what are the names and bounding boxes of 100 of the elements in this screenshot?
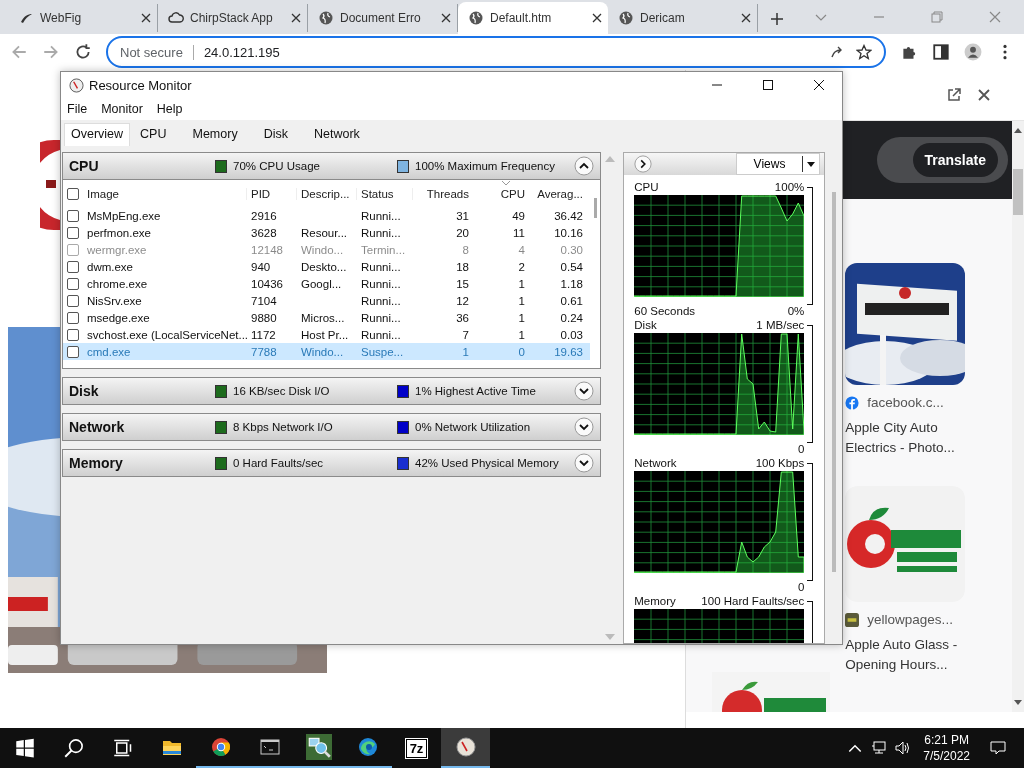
- table-cell-text: perfmon.exe: [87, 226, 152, 239]
- edge-icon: [357, 737, 378, 757]
- source-link[interactable]: yellowpages...: [867, 612, 953, 627]
- table-row[interactable]: cmd.exe 7788 Windo... Suspe... 1 0 19.63: [63, 343, 591, 360]
- address-field[interactable]: Not secure 24.0.121.195: [106, 36, 886, 68]
- checkbox[interactable]: [67, 311, 79, 324]
- column-header[interactable]: Status: [357, 187, 413, 200]
- table-row[interactable]: svchost.exe (LocalServiceNet... 1172 Host Pr... Runni... 7 1 0.03: [63, 326, 591, 343]
- browser-tab[interactable]: Default.htm: [458, 2, 608, 34]
- checkbox[interactable]: [67, 209, 79, 222]
- volume-icon[interactable]: [895, 740, 912, 756]
- plus-icon[interactable]: [770, 12, 784, 26]
- tab[interactable]: Memory: [186, 124, 244, 146]
- scroll-thumb[interactable]: [1013, 169, 1023, 215]
- menu-item[interactable]: Help: [156, 102, 183, 116]
- section-header[interactable]: Network 8 Kbps Network I/O 0% Network Utilization: [62, 413, 602, 441]
- table-row[interactable]: dwm.exe 940 Deskto... Runni... 18 2 0.54: [63, 258, 591, 275]
- globe-icon: [468, 10, 484, 26]
- tab[interactable]: Network: [307, 124, 366, 146]
- column-header[interactable]: Descrip...: [297, 187, 357, 200]
- clock[interactable]: 6:21 PM 7/5/2022: [923, 733, 970, 763]
- checkbox[interactable]: [67, 328, 79, 341]
- table-row[interactable]: perfmon.exe 3628 Resour... Runni... 20 11 10.16: [63, 224, 591, 241]
- expand-icon[interactable]: [574, 453, 595, 473]
- checkbox[interactable]: [67, 277, 79, 290]
- notification-icon[interactable]: [990, 740, 1006, 756]
- close-icon[interactable]: [741, 13, 751, 23]
- tab[interactable]: Disk: [257, 124, 294, 146]
- checkbox[interactable]: [67, 294, 79, 307]
- table-row[interactable]: MsMpEng.exe 2916 Runni... 31 49 36.42: [63, 207, 591, 224]
- result-title[interactable]: Apple City Auto Electrics - Photo...: [845, 418, 962, 458]
- table-row[interactable]: chrome.exe 10436 Googl... Runni... 15 1 1.18: [63, 275, 591, 292]
- security-label[interactable]: Not secure: [120, 44, 194, 60]
- expand-icon[interactable]: [574, 381, 595, 401]
- close-icon[interactable]: [291, 13, 301, 23]
- close-icon: [813, 79, 825, 91]
- table-row[interactable]: msedge.exe 9880 Micros... Runni... 36 1 0.24: [63, 309, 591, 326]
- scroll-down-icon[interactable]: [1014, 700, 1022, 706]
- collapse-icon[interactable]: [574, 156, 595, 176]
- browser-tab[interactable]: WebFig: [8, 4, 158, 32]
- checkbox[interactable]: [67, 345, 79, 358]
- section-header[interactable]: CPU 70% CPU Usage 100% Maximum Frequency: [62, 152, 602, 180]
- tab[interactable]: Overview: [64, 123, 131, 146]
- column-header[interactable]: Threads: [413, 187, 469, 200]
- network-icon[interactable]: [871, 740, 888, 756]
- column-header[interactable]: CPU: [469, 187, 525, 200]
- table-cell-text: Deskto...: [300, 260, 348, 273]
- reload-icon[interactable]: [74, 43, 92, 61]
- scroll-up-icon[interactable]: [1014, 127, 1022, 133]
- table-cell-text: 11: [512, 226, 525, 239]
- tab[interactable]: CPU: [134, 124, 173, 146]
- taskbar-button[interactable]: 7z: [392, 728, 441, 768]
- side-panel-icon[interactable]: [932, 43, 950, 61]
- scroll-thumb[interactable]: [832, 192, 836, 572]
- checkbox[interactable]: [67, 260, 79, 273]
- table-cell-text: 0.61: [559, 294, 583, 307]
- stat-label: 0 Hard Faults/sec: [233, 457, 324, 469]
- checkbox[interactable]: [67, 226, 79, 239]
- table-cell-text: Windo...: [300, 243, 345, 256]
- table-cell-text: 1172: [250, 328, 277, 341]
- table-cell-text: Host Pr...: [300, 328, 350, 341]
- section-header[interactable]: Disk 16 KB/sec Disk I/O 1% Highest Active Time: [62, 377, 602, 405]
- column-header[interactable]: Averag...: [525, 187, 583, 200]
- column-header[interactable]: PID: [247, 187, 297, 200]
- star-icon[interactable]: [856, 44, 872, 60]
- browser-tab[interactable]: ChirpStack App: [158, 4, 308, 32]
- table-cell-text: 18: [455, 260, 469, 273]
- close-icon[interactable]: [141, 13, 151, 23]
- scroll-thumb[interactable]: [593, 198, 597, 218]
- checkbox[interactable]: [67, 187, 79, 200]
- table-cell-text: 2916: [250, 209, 278, 222]
- result-title[interactable]: Apple Auto Glass - Opening Hours...: [845, 635, 962, 675]
- table-cell-text: 3628: [250, 226, 278, 239]
- taskbar-button[interactable]: [441, 728, 490, 768]
- table-cell-text: 12: [455, 294, 469, 307]
- table-row[interactable]: NisSrv.exe 7104 Runni... 12 1 0.61: [63, 292, 591, 309]
- menu-item[interactable]: Monitor: [101, 102, 143, 116]
- table-cell-text: Micros...: [300, 311, 346, 324]
- scale-label: 0: [797, 443, 805, 457]
- section-header[interactable]: Memory 0 Hard Faults/sec 42% Used Physical Memory: [62, 449, 602, 477]
- close-icon[interactable]: [441, 13, 451, 23]
- scrollbar[interactable]: [1012, 121, 1024, 712]
- translate-button[interactable]: Translate: [912, 143, 998, 177]
- close-icon[interactable]: [592, 13, 602, 23]
- expand-pane-icon[interactable]: [634, 155, 653, 173]
- expand-icon[interactable]: [574, 417, 595, 437]
- browser-tab[interactable]: Dericam: [608, 4, 758, 32]
- table-cell-text: 19.63: [553, 345, 583, 358]
- profile-icon[interactable]: [964, 43, 982, 61]
- menu-item[interactable]: File: [67, 102, 88, 116]
- table-cell-text: Runni...: [360, 328, 402, 341]
- table-cell-text: NisSrv.exe: [87, 294, 143, 307]
- column-header[interactable]: Image: [87, 187, 247, 200]
- table-cell-text: 1: [461, 345, 469, 358]
- views-dropdown[interactable]: Views: [736, 153, 820, 175]
- table-cell-text: Runni...: [360, 226, 402, 239]
- source-link[interactable]: facebook.c...: [867, 395, 944, 410]
- table-cell-text: Suspe...: [360, 345, 405, 358]
- open-in-new-icon[interactable]: [946, 87, 962, 103]
- close-icon[interactable]: [976, 87, 992, 103]
